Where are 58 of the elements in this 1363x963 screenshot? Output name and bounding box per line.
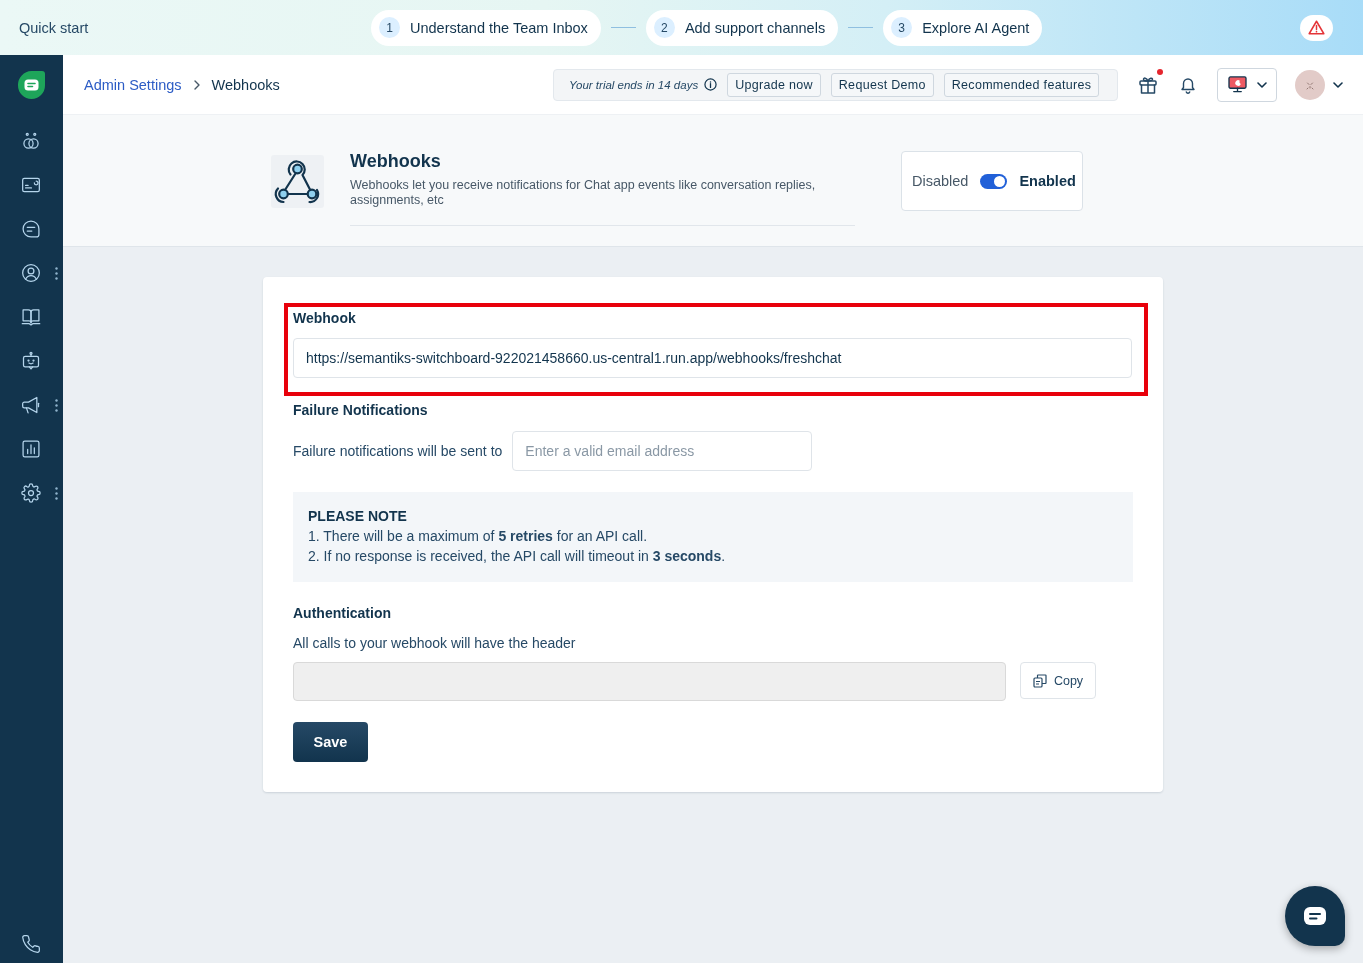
trial-text: Your trial ends in 14 days [569, 78, 699, 91]
step-number: 2 [653, 17, 675, 38]
more-icon[interactable] [55, 486, 58, 500]
note-title: PLEASE NOTE [308, 507, 408, 526]
toggle-on-label: Enabled [1019, 173, 1076, 189]
toggle-off-label: Disabled [912, 173, 969, 189]
quick-start-step[interactable]: 3 Explore AI Agent [883, 9, 1043, 46]
section-heading: Failure Notifications [293, 401, 428, 419]
bell-icon[interactable] [1180, 75, 1196, 94]
more-icon[interactable] [55, 266, 58, 280]
quick-start-title: Quick start [19, 19, 90, 36]
trial-button[interactable]: Upgrade now [727, 72, 821, 97]
email-field[interactable]: Enter a valid email address [512, 431, 813, 471]
url-field[interactable]: https://semantiks-switchboard-922021458660.us-central1.run.app/webhooks/freshchat [293, 338, 1132, 378]
breadcrumb-link[interactable]: Admin Settings [84, 76, 182, 93]
info-icon[interactable] [704, 78, 718, 91]
overlapping-circles-icon[interactable] [21, 131, 41, 151]
field-label: Failure notifications will be sent to [293, 442, 503, 460]
page-title: Webhooks [350, 151, 442, 171]
chat-launcher-button[interactable] [1285, 886, 1345, 946]
chart-icon[interactable] [21, 439, 41, 459]
trial-button[interactable]: Request Demo [830, 72, 934, 97]
field-label: Webhook [293, 309, 356, 327]
megaphone-icon[interactable] [21, 395, 41, 415]
chat-logo-icon[interactable] [18, 71, 45, 99]
chat-icon [1303, 906, 1327, 926]
copy-icon [1032, 673, 1047, 688]
display-dropdown[interactable] [1217, 67, 1277, 102]
breadcrumb-current: Webhooks [211, 76, 280, 93]
phone-icon[interactable] [21, 934, 41, 954]
card-icon[interactable] [21, 175, 41, 195]
note-text: 2. If no response is received, the API call will timeout in 3 seconds. [308, 547, 727, 566]
bot-icon[interactable] [21, 351, 41, 371]
monitor-icon [1228, 76, 1247, 93]
save-button[interactable]: Save [293, 722, 368, 762]
more-icon[interactable] [55, 398, 58, 412]
quick-start-step[interactable]: 1 Understand the Team Inbox [371, 9, 601, 46]
chevron-right-icon [193, 79, 200, 90]
trial-button[interactable]: Recommended features [943, 72, 1100, 97]
copy-button[interactable]: Copy [1020, 662, 1096, 699]
page-description: Webhooks let you receive notifications for Chat app events like conversation replies, assignments, etc [350, 178, 817, 208]
step-number: 1 [379, 17, 400, 38]
alert-button[interactable] [1300, 14, 1333, 41]
note-text: 1. There will be a maximum of 5 retries for an API call. [308, 527, 649, 546]
webhook-icon [271, 155, 324, 208]
warning-icon [1308, 20, 1325, 35]
quick-start-step[interactable]: 2 Add support channels [645, 9, 839, 46]
toggle-switch[interactable] [980, 173, 1008, 189]
caret-icon[interactable] [1333, 81, 1343, 88]
book-icon[interactable] [21, 307, 41, 327]
step-number: 3 [891, 17, 913, 38]
user-icon[interactable] [21, 263, 41, 283]
section-description: All calls to your webhook will have the header [293, 634, 576, 652]
gift-icon[interactable] [1138, 74, 1158, 95]
settings-icon[interactable] [21, 483, 41, 503]
caret-icon [1257, 81, 1267, 88]
section-heading: Authentication [293, 604, 391, 622]
chat-icon[interactable] [21, 219, 41, 239]
